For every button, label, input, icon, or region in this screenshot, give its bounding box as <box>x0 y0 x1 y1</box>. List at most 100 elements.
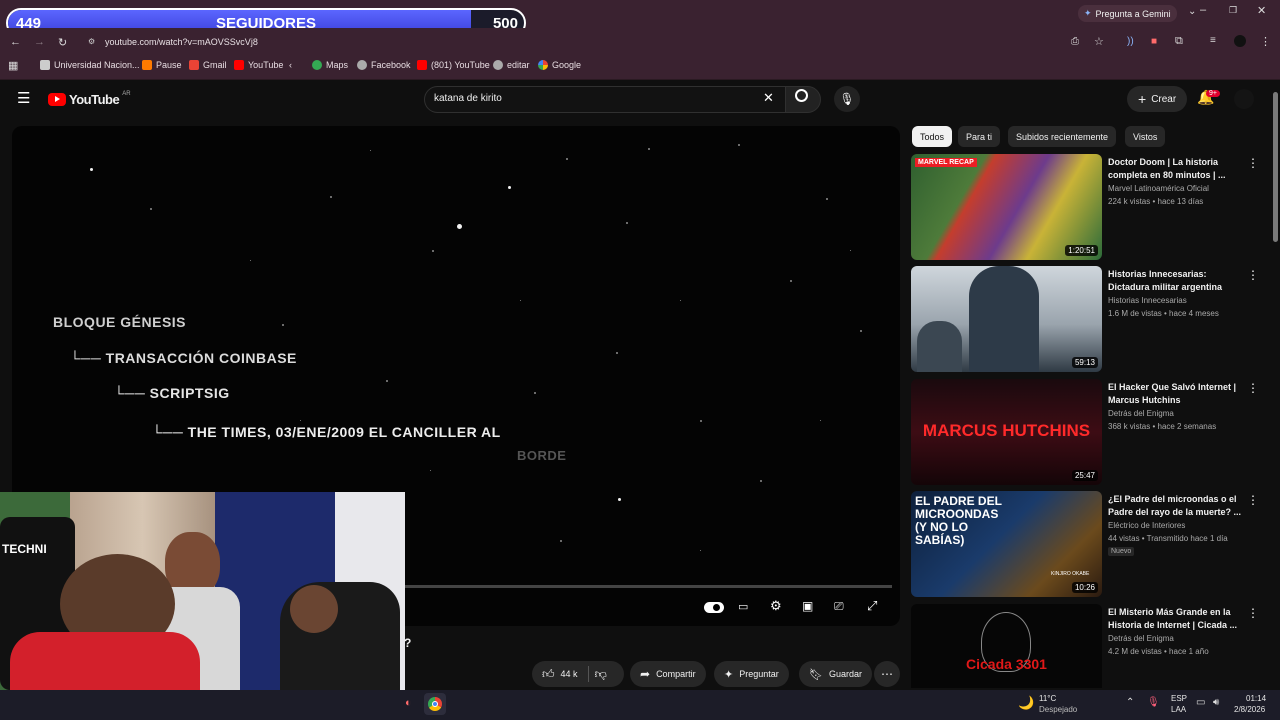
chip-todos[interactable]: Todos <box>912 126 953 147</box>
channel-name[interactable]: Detrás del Enigma <box>1108 634 1174 643</box>
video-progress-bar[interactable] <box>404 585 892 588</box>
extension-audio-icon[interactable]: )) <box>1127 36 1134 47</box>
theater-mode-icon[interactable]: ▣ <box>802 599 813 613</box>
account-avatar[interactable] <box>1234 89 1254 109</box>
gemini-label: Pregunta a Gemini <box>1095 8 1171 19</box>
chrome-menu-icon[interactable]: ⋮ <box>1260 35 1271 48</box>
chip-vistos[interactable]: Vistos <box>1125 126 1166 147</box>
settings-gear-icon[interactable]: ⚙ <box>770 598 782 614</box>
reload-icon[interactable]: ↻ <box>58 36 67 49</box>
recommendation-title[interactable]: Historias Innecesarias: Dictadura milita… <box>1108 268 1243 294</box>
autoplay-toggle[interactable] <box>704 602 724 613</box>
bookmark-maps[interactable]: Maps <box>312 60 348 70</box>
input-language[interactable]: ESP <box>1171 694 1187 703</box>
taskbar-chrome-button[interactable] <box>424 693 446 715</box>
more-vertical-icon[interactable]: ⋮ <box>1247 156 1259 176</box>
bookmark-chevron[interactable]: ‹ <box>289 60 292 70</box>
gemini-button[interactable]: ✦ Pregunta a Gemini <box>1078 5 1177 22</box>
thumbnail-marcus-hutchins[interactable]: MARCUS HUTCHINS 25:47 <box>911 379 1102 485</box>
recommendation-title[interactable]: El Hacker Que Salvó Internet | Marcus Hu… <box>1108 381 1243 407</box>
chip-subidos-recientemente[interactable]: Subidos recientemente <box>1008 126 1117 147</box>
recommendation-card[interactable]: MARCUS HUTCHINS 25:47 El Hacker Que Salv… <box>911 379 1261 487</box>
more-vertical-icon[interactable]: ⋮ <box>1247 268 1259 288</box>
bookmark-gmail[interactable]: Gmail <box>189 60 227 70</box>
install-app-icon[interactable]: ⎙ <box>1071 36 1079 47</box>
share-button[interactable]: ➦ Compartir <box>630 661 706 687</box>
voice-search-icon[interactable]: 🎙 <box>834 86 860 112</box>
thumbnail-cicada[interactable]: Cicada 3301 <box>911 604 1102 688</box>
bookmark-editar[interactable]: editar <box>493 60 530 70</box>
tray-expand-icon[interactable]: ⌃ <box>1126 697 1134 708</box>
windows-taskbar <box>0 690 1280 720</box>
input-layout[interactable]: LAA <box>1171 705 1186 714</box>
ask-button[interactable]: ✦ Preguntar <box>714 661 789 687</box>
tray-mic-icon[interactable]: 🎙 <box>1147 697 1160 708</box>
more-vertical-icon[interactable]: ⋮ <box>1247 381 1259 401</box>
channel-name[interactable]: Historias Innecesarias <box>1108 296 1187 305</box>
profile-avatar[interactable] <box>1234 35 1246 47</box>
channel-name[interactable]: Detrás del Enigma <box>1108 409 1174 418</box>
forward-icon[interactable]: → <box>34 36 45 48</box>
maps-icon <box>312 60 322 70</box>
thumbnail-dictadura[interactable]: 59:13 <box>911 266 1102 372</box>
bookmark-pause[interactable]: Pause <box>142 60 182 70</box>
cast-icon[interactable]: ⎚ <box>834 599 844 614</box>
star-dot <box>330 196 332 198</box>
thumbnail-microondas[interactable]: EL PADRE DEL MICROONDAS (Y NO LO SABÍAS)… <box>911 491 1102 597</box>
volume-icon[interactable]: 🔊︎ <box>1213 697 1219 708</box>
more-vertical-icon[interactable]: ⋮ <box>1247 606 1259 626</box>
like-count[interactable]: 44 k <box>561 669 578 679</box>
site-info-icon[interactable]: ⚙ <box>88 37 95 46</box>
create-button[interactable]: + Crear <box>1127 86 1188 112</box>
youtube-logo[interactable]: YouTube AR <box>48 91 131 107</box>
weather-condition[interactable]: Despejado <box>1039 705 1077 714</box>
subtitles-icon[interactable]: ▭ <box>738 600 748 613</box>
more-vertical-icon[interactable]: ⋮ <box>1247 493 1259 513</box>
bookmark-facebook[interactable]: Facebook <box>357 60 411 70</box>
hamburger-menu-icon[interactable]: ☰ <box>17 89 30 107</box>
more-actions-button[interactable]: ⋯ <box>874 661 900 687</box>
search-input[interactable]: katana de kirito <box>434 93 502 104</box>
back-icon[interactable]: ← <box>10 36 21 48</box>
thumbnail-doctor-doom[interactable]: MARVEL RECAP 1:20:51 <box>911 154 1102 260</box>
bookmark-google[interactable]: Google <box>538 60 581 70</box>
like-thumb-icon[interactable]: 👍︎ <box>542 667 555 682</box>
weather-temp[interactable]: 11°C <box>1039 694 1056 703</box>
channel-name[interactable]: Eléctrico de Interiores <box>1108 521 1185 530</box>
bookmark-youtube[interactable]: YouTube <box>234 60 283 70</box>
recommendation-card[interactable]: Cicada 3301 El Misterio Más Grande en la… <box>911 604 1261 688</box>
save-button[interactable]: 🔖︎ Guardar <box>799 661 872 687</box>
recommendation-title[interactable]: Doctor Doom | La historia completa en 80… <box>1108 156 1243 182</box>
bookmark-star-icon[interactable]: ☆ <box>1094 35 1104 48</box>
address-bar[interactable]: youtube.com/watch?v=mAOVSSvcVj8 <box>105 37 258 47</box>
clear-search-icon[interactable]: ✕ <box>763 90 774 106</box>
thumb-microondas-label: EL PADRE DEL MICROONDAS (Y NO LO SABÍAS) <box>915 494 1002 547</box>
close-window-icon[interactable]: ✕ <box>1257 4 1266 17</box>
taskbar-app-icon[interactable]: ◐ <box>405 697 412 709</box>
weather-moon-icon[interactable]: 🌙 <box>1018 695 1034 711</box>
bookmark-universidad[interactable]: Universidad Nacion... <box>40 60 140 70</box>
browser-tab-search-icon[interactable]: ⌄ <box>1188 6 1196 17</box>
recommendation-title[interactable]: ¿El Padre del microondas o el Padre del … <box>1108 493 1243 519</box>
fullscreen-icon[interactable]: ⤢ <box>867 598 877 614</box>
clock-date[interactable]: 2/8/2026 <box>1234 705 1265 714</box>
recommendation-card[interactable]: 59:13 Historias Innecesarias: Dictadura … <box>911 266 1261 374</box>
chip-para-ti[interactable]: Para ti <box>958 126 1001 147</box>
star-dot <box>432 250 434 252</box>
recommendation-card[interactable]: MARVEL RECAP 1:20:51 Doctor Doom | La hi… <box>911 154 1261 262</box>
apps-grid-icon[interactable]: ▦ <box>8 59 18 72</box>
channel-name[interactable]: Marvel Latinoamérica Oficial <box>1108 184 1209 193</box>
minimize-icon[interactable]: – <box>1200 4 1206 16</box>
network-icon[interactable]: ▭ <box>1196 697 1205 708</box>
reading-list-icon[interactable]: ≡ <box>1210 35 1216 46</box>
restore-icon[interactable]: ❐ <box>1229 5 1237 16</box>
page-scrollbar-thumb[interactable] <box>1273 92 1278 242</box>
recommendation-card[interactable]: EL PADRE DEL MICROONDAS (Y NO LO SABÍAS)… <box>911 491 1261 599</box>
extension-red-icon[interactable]: ■ <box>1151 36 1157 47</box>
extensions-puzzle-icon[interactable]: ⧉ <box>1175 35 1183 48</box>
bookmark-youtube-801[interactable]: (801) YouTube <box>417 60 490 70</box>
video-meta: 4.2 M de vistas • hace 1 año <box>1108 647 1209 656</box>
recommendation-title[interactable]: El Misterio Más Grande en la Historia de… <box>1108 606 1243 632</box>
clock-time[interactable]: 01:14 <box>1246 694 1266 703</box>
dislike-thumb-icon[interactable]: 👎︎ <box>595 667 607 682</box>
